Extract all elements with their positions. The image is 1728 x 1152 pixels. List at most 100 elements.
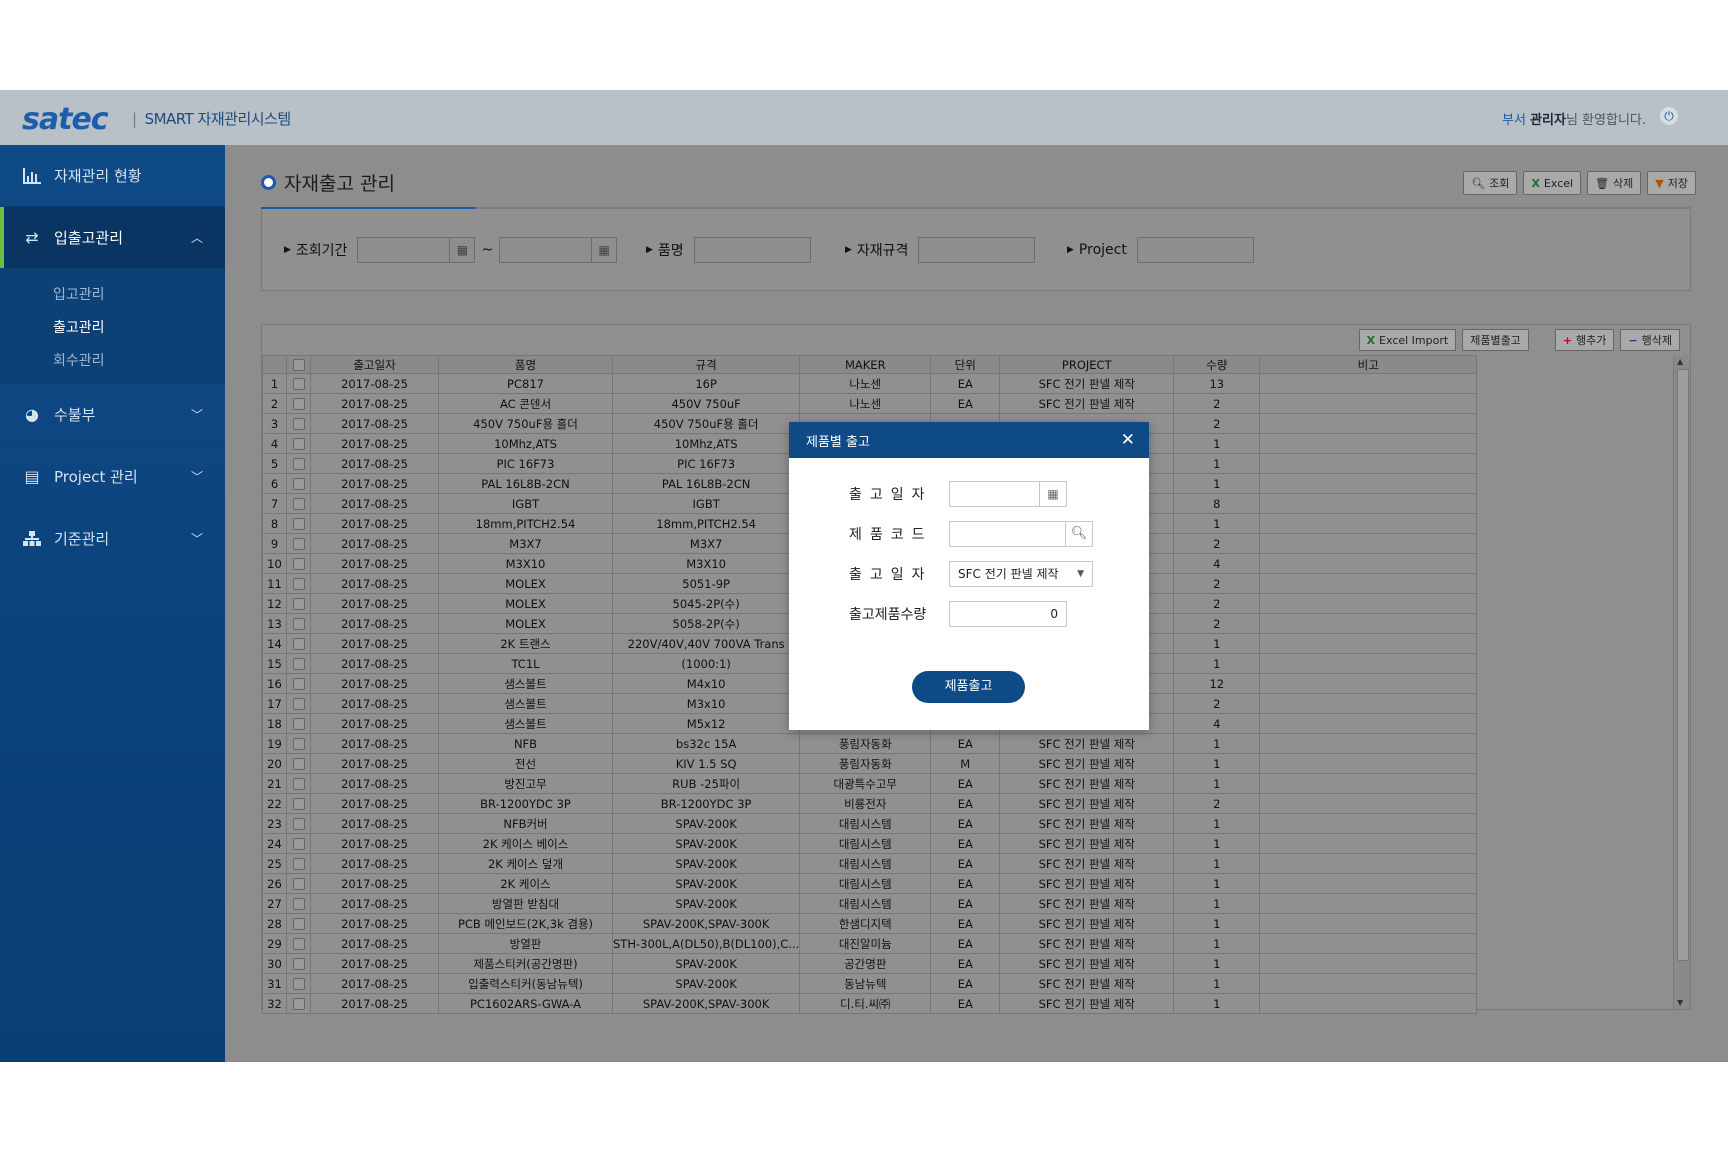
row-checkbox[interactable]	[292, 618, 305, 630]
row-checkbox-cell[interactable]	[286, 373, 311, 394]
cell-spec[interactable]: SPAV-200K	[611, 953, 801, 974]
cell-date[interactable]: 2017-08-25	[310, 613, 439, 634]
row-checkbox[interactable]	[292, 518, 305, 530]
cell-maker[interactable]: 한샘디지텍	[799, 913, 932, 934]
cell-qty[interactable]: 1	[1173, 993, 1261, 1014]
cell-spec[interactable]: PIC 16F73	[611, 453, 801, 474]
cell-project[interactable]: SFC 전기 판넬 제작	[999, 873, 1175, 894]
sidebar-item-ledger[interactable]: ◕ 수불부 ﹀	[0, 384, 225, 446]
cell-note[interactable]	[1259, 853, 1478, 874]
modal-project-select[interactable]: SFC 전기 판넬 제작 ▼	[949, 561, 1093, 587]
cell-qty[interactable]: 1	[1173, 633, 1261, 654]
cell-item[interactable]: MOLEX	[438, 573, 613, 594]
cell-date[interactable]: 2017-08-25	[310, 373, 439, 394]
cell-maker[interactable]: 대광특수고무	[799, 773, 932, 794]
sidebar-item-project[interactable]: ▤ Project 관리 ﹀	[0, 446, 225, 508]
save-button[interactable]: ▼ 저장	[1647, 171, 1696, 195]
cell-item[interactable]: 2K 케이스 베이스	[438, 833, 613, 854]
row-checkbox[interactable]	[292, 538, 305, 550]
cell-item[interactable]: 입출력스티커(동남뉴텍)	[438, 973, 613, 994]
cell-qty[interactable]: 1	[1173, 513, 1261, 534]
cell-note[interactable]	[1259, 373, 1478, 394]
header-project[interactable]: PROJECT	[999, 355, 1175, 374]
cell-date[interactable]: 2017-08-25	[310, 633, 439, 654]
cell-note[interactable]	[1259, 773, 1478, 794]
cell-date[interactable]: 2017-08-25	[310, 413, 439, 434]
cell-qty[interactable]: 2	[1173, 613, 1261, 634]
cell-note[interactable]	[1259, 513, 1478, 534]
cell-qty[interactable]: 4	[1173, 713, 1261, 734]
select-all-checkbox[interactable]	[292, 359, 305, 371]
cell-date[interactable]: 2017-08-25	[310, 473, 439, 494]
cell-item[interactable]: 18mm,PITCH2.54	[438, 513, 613, 534]
header-item[interactable]: 품명	[438, 355, 613, 374]
cell-maker[interactable]: 공간명판	[799, 953, 932, 974]
cell-item[interactable]: NFB	[438, 733, 613, 754]
sidebar-item-dashboard[interactable]: 자재관리 현황	[0, 145, 225, 207]
cell-item[interactable]: 2K 트랜스	[438, 633, 613, 654]
cell-project[interactable]: SFC 전기 판넬 제작	[999, 893, 1175, 914]
cell-date[interactable]: 2017-08-25	[310, 553, 439, 574]
cell-date[interactable]: 2017-08-25	[310, 813, 439, 834]
cell-unit[interactable]: EA	[930, 833, 1001, 854]
cell-project[interactable]: SFC 전기 판넬 제작	[999, 933, 1175, 954]
sidebar-item-inout[interactable]: ⇄ 입출고관리 ︿	[0, 207, 225, 269]
cell-spec[interactable]: 450V 750uF용 홀더	[611, 413, 801, 434]
cell-qty[interactable]: 2	[1173, 413, 1261, 434]
cell-spec[interactable]: 220V/40V,40V 700VA Trans	[611, 633, 801, 654]
cell-spec[interactable]: STH-300L,A(DL50),B(DL100),C...	[611, 933, 801, 954]
cell-date[interactable]: 2017-08-25	[310, 913, 439, 934]
row-checkbox-cell[interactable]	[286, 573, 311, 594]
cell-project[interactable]: SFC 전기 판넬 제작	[999, 773, 1175, 794]
row-checkbox[interactable]	[292, 378, 305, 390]
row-checkbox[interactable]	[292, 678, 305, 690]
row-checkbox-cell[interactable]	[286, 913, 311, 934]
table-row[interactable]: 23 2017-08-25 NFB커버 SPAV-200K 대림시스템 EA SFC 전기 …	[262, 813, 1478, 834]
cell-spec[interactable]: M3X7	[611, 533, 801, 554]
cell-qty[interactable]: 1	[1173, 453, 1261, 474]
cell-item[interactable]: 방진고무	[438, 773, 613, 794]
cell-date[interactable]: 2017-08-25	[310, 513, 439, 534]
cell-note[interactable]	[1259, 753, 1478, 774]
cell-qty[interactable]: 1	[1173, 913, 1261, 934]
cell-unit[interactable]: EA	[930, 373, 1001, 394]
cell-spec[interactable]: SPAV-200K	[611, 893, 801, 914]
cell-maker[interactable]: 비룡전자	[799, 793, 932, 814]
cell-item[interactable]: BR-1200YDC 3P	[438, 793, 613, 814]
cell-spec[interactable]: (1000:1)	[611, 653, 801, 674]
cell-item[interactable]: IGBT	[438, 493, 613, 514]
cell-note[interactable]	[1259, 913, 1478, 934]
cell-qty[interactable]: 1	[1173, 433, 1261, 454]
header-checkbox[interactable]	[286, 355, 311, 374]
cell-project[interactable]: SFC 전기 판넬 제작	[999, 973, 1175, 994]
cell-project[interactable]: SFC 전기 판넬 제작	[999, 813, 1175, 834]
table-row[interactable]: 20 2017-08-25 전선 KIV 1.5 SQ 풍림자동화 M SFC 전기 판넬 …	[262, 753, 1478, 774]
cell-date[interactable]: 2017-08-25	[310, 693, 439, 714]
delete-button[interactable]: 🗑︎ 삭제	[1587, 171, 1642, 195]
modal-qty-input[interactable]: 0	[949, 601, 1067, 627]
row-checkbox-cell[interactable]	[286, 393, 311, 414]
cell-maker[interactable]: 대진알미늄	[799, 933, 932, 954]
row-checkbox[interactable]	[292, 878, 305, 890]
row-checkbox-cell[interactable]	[286, 953, 311, 974]
row-checkbox[interactable]	[292, 998, 305, 1010]
cell-item[interactable]: PC817	[438, 373, 613, 394]
cell-qty[interactable]: 1	[1173, 953, 1261, 974]
cell-qty[interactable]: 1	[1173, 653, 1261, 674]
row-checkbox-cell[interactable]	[286, 633, 311, 654]
cell-spec[interactable]: SPAV-200K	[611, 873, 801, 894]
table-row[interactable]: 26 2017-08-25 2K 케이스 SPAV-200K 대림시스템 EA SFC 전기…	[262, 873, 1478, 894]
cell-qty[interactable]: 1	[1173, 733, 1261, 754]
table-row[interactable]: 22 2017-08-25 BR-1200YDC 3P BR-1200YDC 3P 비룡…	[262, 793, 1478, 814]
row-checkbox[interactable]	[292, 958, 305, 970]
cell-item[interactable]: 450V 750uF용 홀더	[438, 413, 613, 434]
cell-spec[interactable]: 16P	[611, 373, 801, 394]
logout-power-icon[interactable]: ⏻	[1660, 107, 1678, 125]
row-checkbox-cell[interactable]	[286, 693, 311, 714]
row-checkbox[interactable]	[292, 718, 305, 730]
modal-code-input[interactable]: 🔍︎	[949, 521, 1093, 547]
cell-date[interactable]: 2017-08-25	[310, 933, 439, 954]
cell-unit[interactable]: EA	[930, 733, 1001, 754]
cell-spec[interactable]: 5051-9P	[611, 573, 801, 594]
cell-maker[interactable]: 대림시스템	[799, 833, 932, 854]
